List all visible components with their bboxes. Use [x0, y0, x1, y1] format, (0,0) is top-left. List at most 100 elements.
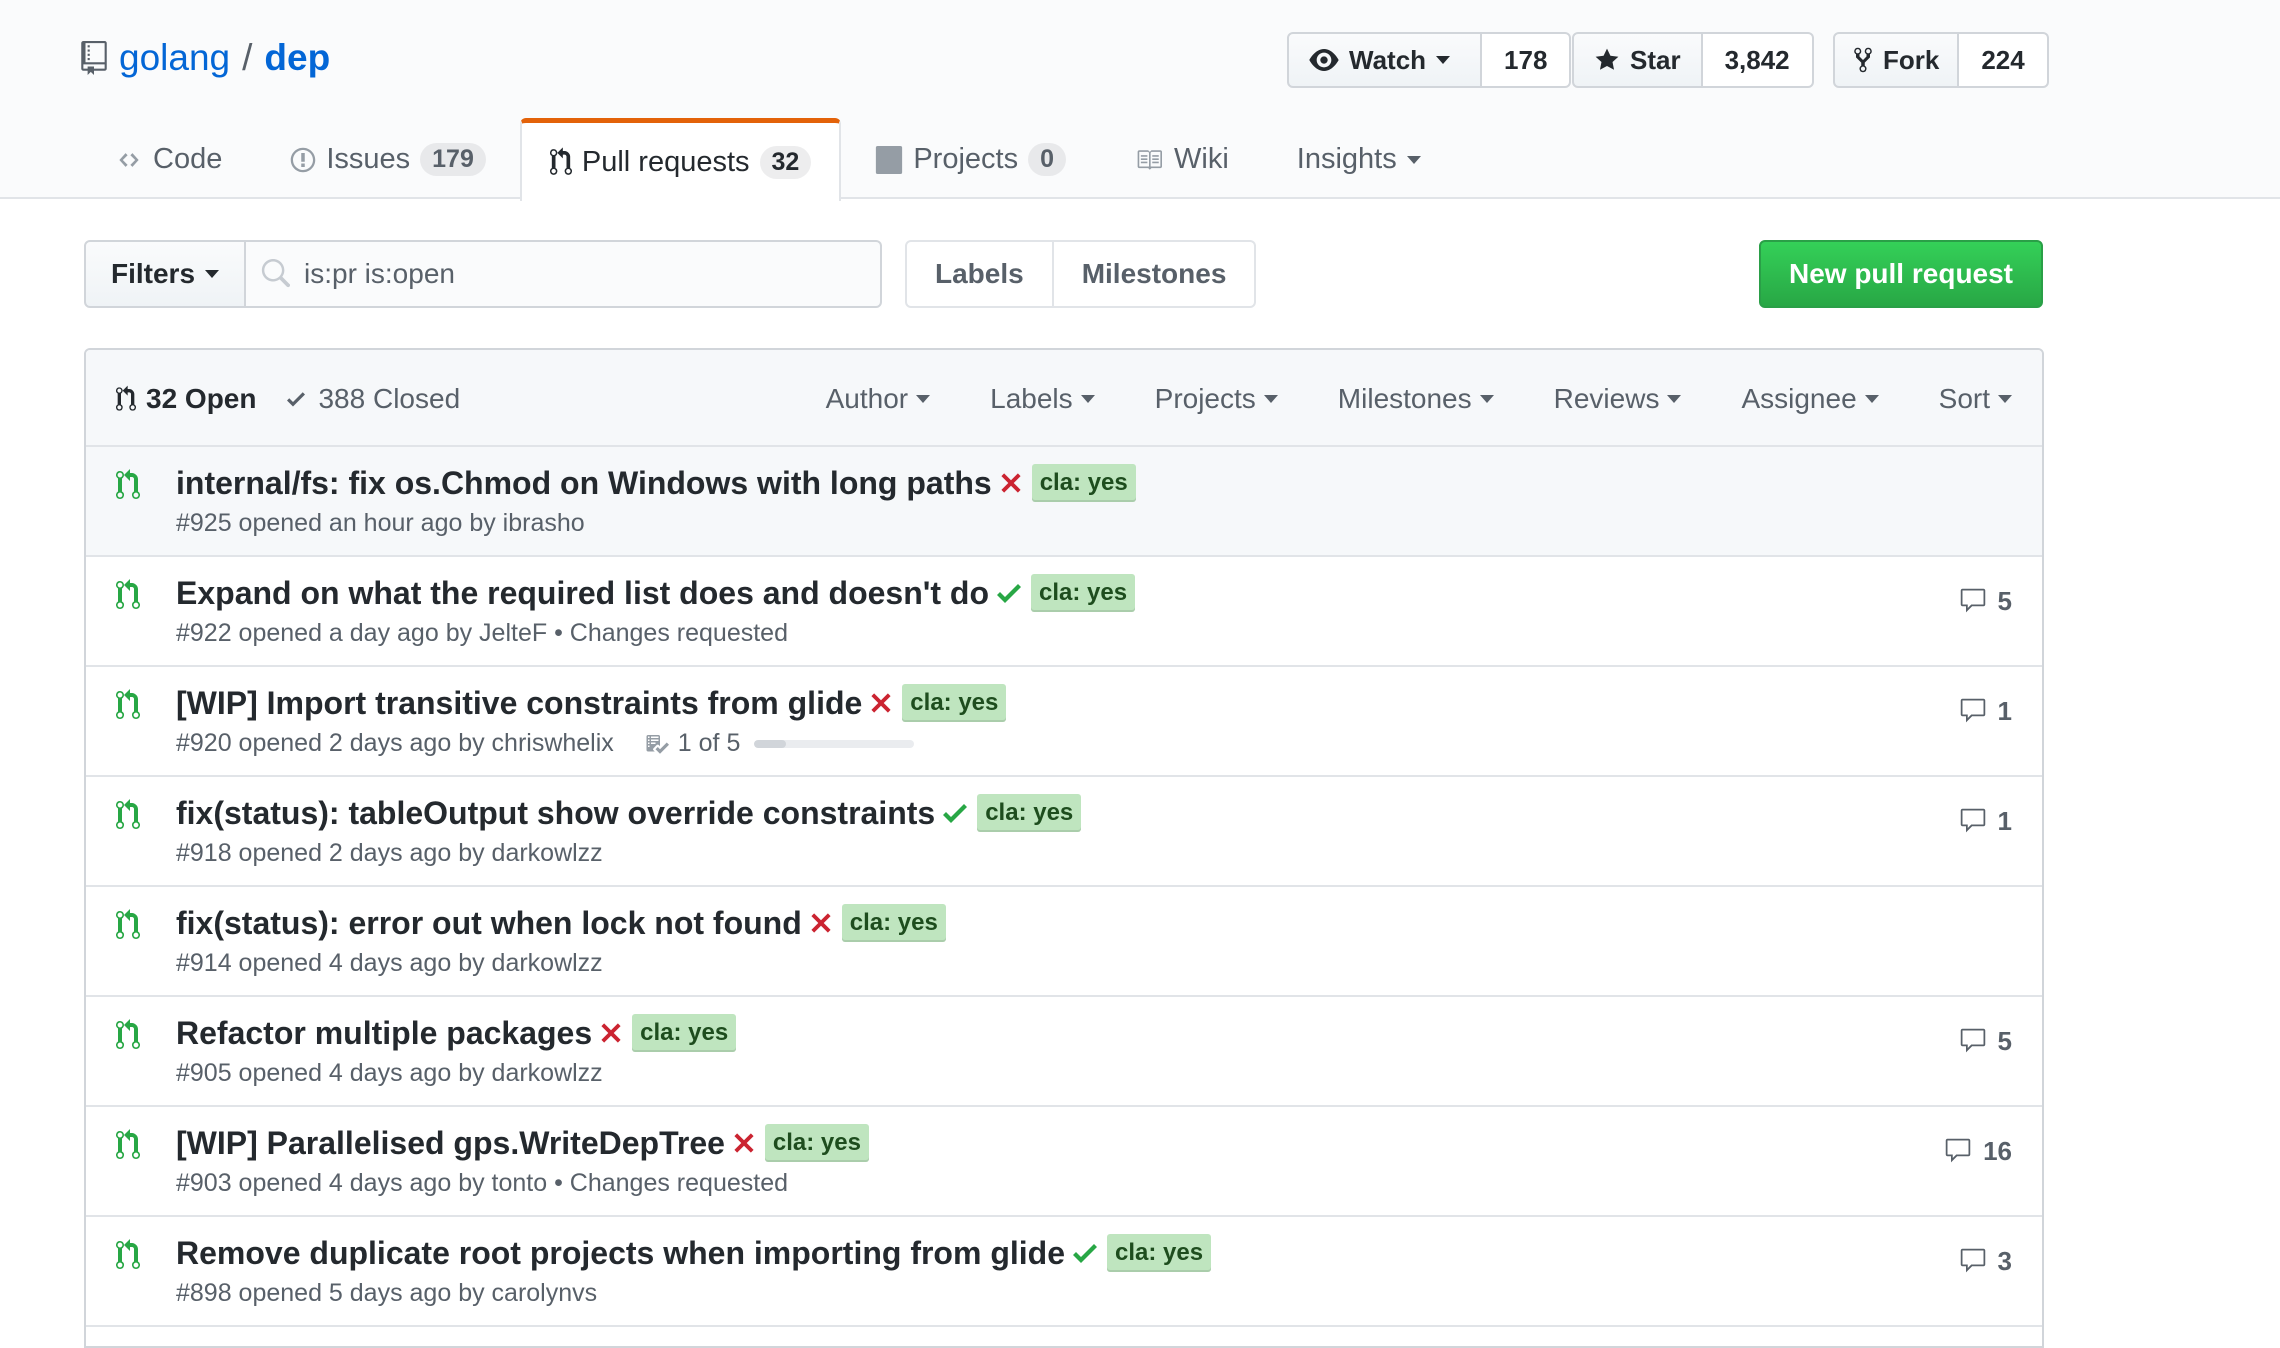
- filter-menu-milestones[interactable]: Milestones: [1338, 383, 1494, 415]
- tab-issues[interactable]: Issues 179: [256, 118, 520, 201]
- search-input[interactable]: [304, 258, 864, 290]
- watch-button[interactable]: Watch: [1287, 32, 1483, 88]
- caret-down-icon: [1080, 394, 1095, 403]
- fork-button[interactable]: Fork: [1833, 32, 1960, 88]
- comments-link[interactable]: 16: [1943, 1129, 2012, 1173]
- ci-status[interactable]: [733, 1132, 755, 1154]
- task-progress-fill: [754, 739, 787, 748]
- open-count-label: 32 Open: [146, 382, 257, 414]
- repo-owner-link[interactable]: golang: [119, 37, 230, 79]
- search-field[interactable]: [246, 240, 882, 308]
- fork-count[interactable]: 224: [1959, 32, 2049, 88]
- filter-menu-labels[interactable]: Labels: [990, 383, 1095, 415]
- pull-request-row[interactable]: Remove duplicate root projects when impo…: [86, 1217, 2042, 1327]
- pull-request-title-link[interactable]: [WIP] Parallelised gps.WriteDepTree: [176, 1125, 725, 1162]
- x-icon[interactable]: [1000, 472, 1022, 494]
- tab-insights[interactable]: Insights: [1263, 118, 1465, 201]
- x-icon[interactable]: [870, 692, 892, 714]
- milestones-button[interactable]: Milestones: [1053, 240, 1257, 308]
- label-badge[interactable]: cla: yes: [1031, 574, 1136, 612]
- pull-request-row[interactable]: Refactor multiple packages cla: yes #905 o…: [86, 997, 2042, 1107]
- pull-request-row[interactable]: fix(status): error out when lock not fou…: [86, 887, 2042, 997]
- git-pull-request-icon: [116, 909, 140, 939]
- star-button[interactable]: Star: [1572, 32, 1703, 88]
- pull-request-row[interactable]: [WIP] Import transitive constraints from…: [86, 667, 2042, 777]
- task-progress: 1 of 5: [644, 729, 915, 758]
- comments-link[interactable]: 3: [1958, 1239, 2012, 1283]
- pull-request-row[interactable]: fix(status): tableOutput show override c…: [86, 777, 2042, 887]
- x-icon[interactable]: [733, 1132, 755, 1154]
- git-pull-request-icon: [116, 469, 140, 499]
- open-state-link[interactable]: 32 Open: [116, 383, 256, 415]
- tab-pull-requests[interactable]: Pull requests 32: [519, 118, 842, 201]
- label-badge[interactable]: cla: yes: [902, 684, 1007, 722]
- ci-status[interactable]: [1000, 472, 1022, 494]
- check-icon[interactable]: [997, 581, 1022, 605]
- repo-path-separator: /: [242, 37, 253, 78]
- ci-status[interactable]: [870, 692, 892, 714]
- x-icon[interactable]: [600, 1022, 622, 1044]
- filter-menu-projects[interactable]: Projects: [1155, 383, 1278, 415]
- filters-button[interactable]: Filters: [84, 240, 246, 308]
- star-count[interactable]: 3,842: [1702, 32, 1814, 88]
- x-icon[interactable]: [810, 912, 832, 934]
- pull-request-meta: #903 opened 4 days ago by tonto • Change…: [176, 1169, 788, 1198]
- pull-request-row[interactable]: [WIP] Parallelised gps.WriteDepTree cla: …: [86, 1107, 2042, 1217]
- comments-link[interactable]: 5: [1958, 579, 2012, 623]
- pull-request-title-line: Refactor multiple packages cla: yes: [176, 1011, 737, 1055]
- label-badge[interactable]: cla: yes: [1106, 1234, 1212, 1272]
- pull-request-meta: #922 opened a day ago by JelteF • Change…: [176, 619, 788, 648]
- pull-request-title-link[interactable]: internal/fs: fix os.Chmod on Windows wit…: [176, 465, 992, 502]
- repo-header: golang / dep Watch 178 Star 3,842 Fork 2…: [0, 0, 2280, 201]
- pull-request-meta-text: #905 opened 4 days ago by darkowlzz: [176, 1059, 603, 1087]
- ci-status[interactable]: [810, 912, 832, 934]
- pull-request-title-link[interactable]: [WIP] Import transitive constraints from…: [176, 685, 862, 722]
- fork-label: Fork: [1883, 44, 1940, 75]
- repo-name-link[interactable]: dep: [264, 37, 330, 79]
- new-pull-request-button[interactable]: New pull request: [1759, 240, 2043, 308]
- ci-status[interactable]: [997, 581, 1022, 605]
- check-icon[interactable]: [1072, 1241, 1097, 1265]
- pull-request-title-link[interactable]: fix(status): tableOutput show override c…: [176, 795, 935, 832]
- issue-opened-icon: [291, 147, 316, 172]
- check-icon[interactable]: [943, 801, 968, 825]
- pull-request-title-link[interactable]: Expand on what the required list does an…: [176, 575, 989, 612]
- label-badge[interactable]: cla: yes: [977, 794, 1082, 832]
- caret-down-icon: [1263, 394, 1278, 403]
- ci-status[interactable]: [600, 1022, 622, 1044]
- pull-request-title-link[interactable]: fix(status): error out when lock not fou…: [176, 905, 802, 942]
- watch-count[interactable]: 178: [1482, 32, 1572, 88]
- pull-request-title-line: [WIP] Parallelised gps.WriteDepTree cla: …: [176, 1121, 869, 1165]
- filter-menu-author[interactable]: Author: [826, 383, 931, 415]
- tab-wiki[interactable]: Wiki: [1100, 118, 1263, 201]
- label-badge[interactable]: cla: yes: [1031, 464, 1136, 502]
- pull-request-row[interactable]: internal/fs: fix os.Chmod on Windows wit…: [86, 447, 2042, 557]
- filter-menu-assignee[interactable]: Assignee: [1741, 383, 1879, 415]
- filter-menu-reviews[interactable]: Reviews: [1554, 383, 1682, 415]
- pull-request-row[interactable]: Expand on what the required list does an…: [86, 557, 2042, 667]
- tab-code[interactable]: Code: [81, 118, 256, 201]
- comment-icon: [1960, 698, 1985, 723]
- tab-projects[interactable]: Projects 0: [841, 118, 1100, 201]
- pull-request-meta: #898 opened 5 days ago by carolynvs: [176, 1279, 597, 1308]
- comments-link[interactable]: 1: [1958, 799, 2012, 843]
- label-badge[interactable]: cla: yes: [764, 1124, 869, 1162]
- ci-status[interactable]: [1072, 1241, 1097, 1265]
- state-toggles: 32 Open 388 Closed: [116, 350, 460, 447]
- comments-link[interactable]: 1: [1958, 689, 2012, 733]
- pull-request-meta-text: #922 opened a day ago by JelteF • Change…: [176, 619, 788, 647]
- filter-menu-sort[interactable]: Sort: [1939, 383, 2012, 415]
- pull-request-title-link[interactable]: Remove duplicate root projects when impo…: [176, 1235, 1065, 1272]
- label-badge[interactable]: cla: yes: [632, 1014, 737, 1052]
- repo-icon: [81, 41, 107, 75]
- ci-status[interactable]: [943, 801, 968, 825]
- labels-button[interactable]: Labels: [905, 240, 1054, 308]
- star-icon: [1595, 48, 1619, 70]
- closed-state-link[interactable]: 388 Closed: [284, 383, 460, 415]
- comments-link[interactable]: 5: [1958, 1019, 2012, 1063]
- pull-request-title-link[interactable]: Refactor multiple packages: [176, 1015, 592, 1052]
- pull-request-title-line: internal/fs: fix os.Chmod on Windows wit…: [176, 461, 1136, 505]
- label-badge[interactable]: cla: yes: [841, 904, 946, 942]
- filter-menu-label: Projects: [1154, 382, 1256, 414]
- tab-label: Wiki: [1174, 143, 1229, 175]
